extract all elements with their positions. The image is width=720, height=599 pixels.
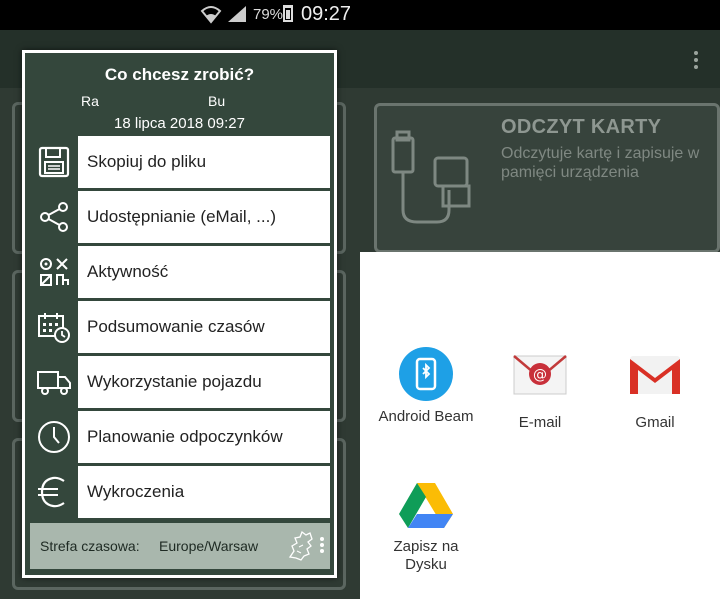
menu-item-copy-to-file[interactable]: Skopiuj do pliku xyxy=(30,136,330,188)
menu-item-label: Planowanie odpoczynków xyxy=(87,427,283,446)
truck-icon xyxy=(30,356,78,408)
share-app-google-drive[interactable]: Zapisz na Dysku xyxy=(371,480,481,574)
share-icon xyxy=(30,191,78,243)
menu-item-infringements[interactable]: Wykroczenia xyxy=(30,466,330,518)
timezone-more-icon[interactable] xyxy=(319,537,325,555)
clock-time: 09:27 xyxy=(301,3,352,25)
menu-item-vehicle-usage[interactable]: Wykorzystanie pojazdu xyxy=(30,356,330,408)
read-card-tile[interactable]: ODCZYT KARTY Odczytuje kartę i zapisuje … xyxy=(374,103,720,253)
menu-item-label: Skopiuj do pliku xyxy=(87,152,207,171)
overflow-menu-icon[interactable] xyxy=(688,48,704,72)
menu-item-label: Udostępnianie (eMail, ...) xyxy=(87,207,276,226)
action-menu: Skopiuj do pliku Udostępnianie (eMail, .… xyxy=(30,136,330,521)
google-drive-icon xyxy=(399,483,453,528)
wifi-icon xyxy=(200,6,222,24)
share-app-label: Android Beam xyxy=(378,408,474,425)
share-app-label: Zapisz na Dysku xyxy=(393,538,459,573)
menu-item-activity[interactable]: Aktywność xyxy=(30,246,330,298)
timezone-label: Strefa czasowa: xyxy=(40,538,140,554)
battery-icon xyxy=(283,5,293,22)
dialog-date: 18 lipca 2018 09:27 xyxy=(114,115,245,132)
share-sheet: Android Beam @ E-mail Gmail Zapisz na Dy… xyxy=(360,252,720,599)
timezone-bar[interactable]: Strefa czasowa: Europe/Warsaw xyxy=(30,523,330,569)
floppy-disk-icon xyxy=(30,136,78,188)
card-reader-icon xyxy=(391,130,471,224)
share-app-label: E-mail xyxy=(518,414,562,431)
clock-icon xyxy=(30,411,78,463)
dialog-subtitle-right: Bu xyxy=(208,93,226,109)
activity-icon xyxy=(30,246,78,298)
battery-percent: 79% xyxy=(253,6,284,23)
calendar-clock-icon xyxy=(30,301,78,353)
menu-item-time-summary[interactable]: Podsumowanie czasów xyxy=(30,301,330,353)
dialog-body: Co chcesz zrobić? Ra Bu 18 lipca 2018 09… xyxy=(25,53,334,575)
read-card-description: Odczytuje kartę i zapisuje w pamięci urz… xyxy=(501,145,700,181)
gmail-icon xyxy=(630,356,680,394)
menu-item-share[interactable]: Udostępnianie (eMail, ...) xyxy=(30,191,330,243)
menu-item-label: Wykroczenia xyxy=(87,482,185,501)
share-app-label: Gmail xyxy=(635,414,675,431)
read-card-title: ODCZYT KARTY xyxy=(501,116,662,138)
dialog-subtitle-left: Ra xyxy=(81,93,99,109)
euro-icon xyxy=(30,466,78,518)
share-app-email[interactable]: @ E-mail xyxy=(485,350,595,432)
signal-icon xyxy=(228,6,246,22)
email-icon: @ xyxy=(513,355,567,395)
svg-text:@: @ xyxy=(533,367,547,383)
dialog-title: Co chcesz zrobić? xyxy=(104,65,255,84)
android-beam-icon xyxy=(399,347,453,401)
europe-map-icon xyxy=(288,530,313,561)
share-app-android-beam[interactable]: Android Beam xyxy=(371,346,481,426)
menu-item-label: Podsumowanie czasów xyxy=(87,317,265,336)
menu-item-label: Wykorzystanie pojazdu xyxy=(87,372,262,391)
status-bar: 79% 09:27 xyxy=(0,0,720,30)
action-dialog: Co chcesz zrobić? Ra Bu 18 lipca 2018 09… xyxy=(22,50,337,578)
menu-item-rest-planning[interactable]: Planowanie odpoczynków xyxy=(30,411,330,463)
share-app-gmail[interactable]: Gmail xyxy=(600,350,710,432)
menu-item-label: Aktywność xyxy=(87,262,169,281)
timezone-value: Europe/Warsaw xyxy=(159,538,259,554)
